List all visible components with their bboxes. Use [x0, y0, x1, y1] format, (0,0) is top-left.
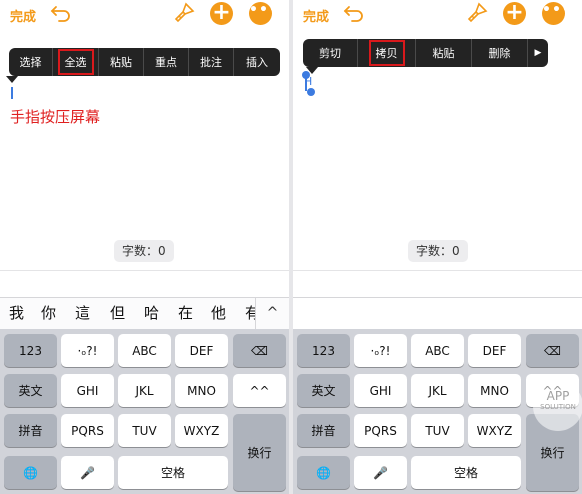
- key-ghi[interactable]: GHI: [61, 374, 114, 407]
- undo-icon[interactable]: [343, 4, 365, 22]
- brush-icon[interactable]: [466, 2, 488, 24]
- candidate[interactable]: 你: [41, 302, 56, 323]
- word-count-badge: 字数：0: [114, 240, 174, 262]
- key-wxyz[interactable]: WXYZ: [175, 414, 228, 447]
- globe-icon[interactable]: 🌐: [297, 456, 350, 489]
- candidate[interactable]: 哈: [144, 302, 159, 323]
- separator: [293, 270, 582, 271]
- expand-candidates-button[interactable]: ^: [255, 298, 289, 330]
- key-english[interactable]: 英文: [4, 374, 57, 407]
- candidate[interactable]: 我: [9, 302, 24, 323]
- context-menu: 剪切 拷贝 粘贴 删除 ▶: [303, 39, 548, 67]
- globe-icon[interactable]: 🌐: [4, 456, 57, 489]
- key-mno[interactable]: MNO: [175, 374, 228, 407]
- candidate-bar-empty: [293, 297, 582, 329]
- menu-annotate[interactable]: 批注: [189, 48, 234, 76]
- key-abc[interactable]: ABC: [411, 334, 464, 367]
- menu-next-arrow-icon[interactable]: ▶: [528, 39, 548, 67]
- selection-handle-end[interactable]: [307, 88, 315, 96]
- text-cursor: [11, 87, 13, 99]
- menu-paste[interactable]: 粘贴: [416, 39, 472, 67]
- key-wxyz[interactable]: WXYZ: [468, 414, 521, 447]
- return-key[interactable]: 换行: [233, 414, 286, 491]
- key-mno[interactable]: MNO: [468, 374, 521, 407]
- candidate[interactable]: 在: [178, 302, 193, 323]
- candidate-bar: 我 你 這 但 哈 在 他 有 ^: [0, 297, 289, 330]
- separator: [0, 270, 289, 271]
- space-key[interactable]: 空格: [118, 456, 228, 489]
- key-jkl[interactable]: JKL: [411, 374, 464, 407]
- keyboard: 123 ·ₒ?! ABC DEF ⌫ 英文 GHI JKL MNO ^^ 拼音 …: [0, 329, 289, 494]
- menu-pointer: [6, 76, 18, 83]
- more-button[interactable]: •••: [542, 2, 571, 25]
- candidate[interactable]: 他: [211, 302, 226, 323]
- menu-delete[interactable]: 删除: [472, 39, 528, 67]
- microphone-icon[interactable]: 🎤: [354, 456, 407, 489]
- key-tuv[interactable]: TUV: [411, 414, 464, 447]
- word-count-badge: 字数：0: [408, 240, 468, 262]
- emoticon-key[interactable]: ^^: [233, 374, 286, 407]
- menu-insert[interactable]: 插入: [234, 48, 280, 76]
- menu-select[interactable]: 选择: [9, 48, 53, 76]
- menu-select-all[interactable]: 全选: [53, 48, 99, 76]
- watermark-line2: SOLUTION: [540, 403, 576, 411]
- candidate[interactable]: 這: [75, 302, 90, 323]
- key-ghi[interactable]: GHI: [354, 374, 407, 407]
- key-punctuation[interactable]: ·ₒ?!: [354, 334, 407, 367]
- space-key[interactable]: 空格: [411, 456, 521, 489]
- menu-paste[interactable]: 粘贴: [99, 48, 144, 76]
- done-button[interactable]: 完成: [10, 6, 36, 25]
- key-abc[interactable]: ABC: [118, 334, 171, 367]
- add-button[interactable]: +: [503, 2, 526, 25]
- done-button[interactable]: 完成: [303, 6, 329, 25]
- menu-highlight[interactable]: 重点: [144, 48, 189, 76]
- context-menu: 选择 全选 粘贴 重点 批注 插入: [9, 48, 280, 76]
- candidate[interactable]: 但: [110, 302, 125, 323]
- key-pqrs[interactable]: PQRS: [61, 414, 114, 447]
- key-tuv[interactable]: TUV: [118, 414, 171, 447]
- brush-icon[interactable]: [173, 2, 195, 24]
- instruction-caption: 手指按压屏幕: [10, 108, 101, 126]
- key-pinyin[interactable]: 拼音: [4, 414, 57, 447]
- key-123[interactable]: 123: [297, 334, 350, 367]
- backspace-icon[interactable]: ⌫: [526, 334, 579, 367]
- app-solution-watermark: APP SOLUTION: [533, 381, 582, 431]
- watermark-line1: APP: [546, 389, 570, 403]
- key-punctuation[interactable]: ·ₒ?!: [61, 334, 114, 367]
- key-pinyin[interactable]: 拼音: [297, 414, 350, 447]
- add-button[interactable]: +: [210, 2, 233, 25]
- key-def[interactable]: DEF: [468, 334, 521, 367]
- key-english[interactable]: 英文: [297, 374, 350, 407]
- menu-copy[interactable]: 拷贝: [358, 39, 416, 67]
- key-pqrs[interactable]: PQRS: [354, 414, 407, 447]
- left-screen: 完成 + ••• 选择 全选 粘贴 重点 批注 插入 手指按压屏幕 字数：0 我…: [0, 0, 289, 494]
- more-button[interactable]: •••: [249, 2, 278, 25]
- selected-text: H: [304, 75, 313, 88]
- key-def[interactable]: DEF: [175, 334, 228, 367]
- menu-cut[interactable]: 剪切: [303, 39, 358, 67]
- undo-icon[interactable]: [50, 4, 72, 22]
- key-123[interactable]: 123: [4, 334, 57, 367]
- backspace-icon[interactable]: ⌫: [233, 334, 286, 367]
- microphone-icon[interactable]: 🎤: [61, 456, 114, 489]
- key-jkl[interactable]: JKL: [118, 374, 171, 407]
